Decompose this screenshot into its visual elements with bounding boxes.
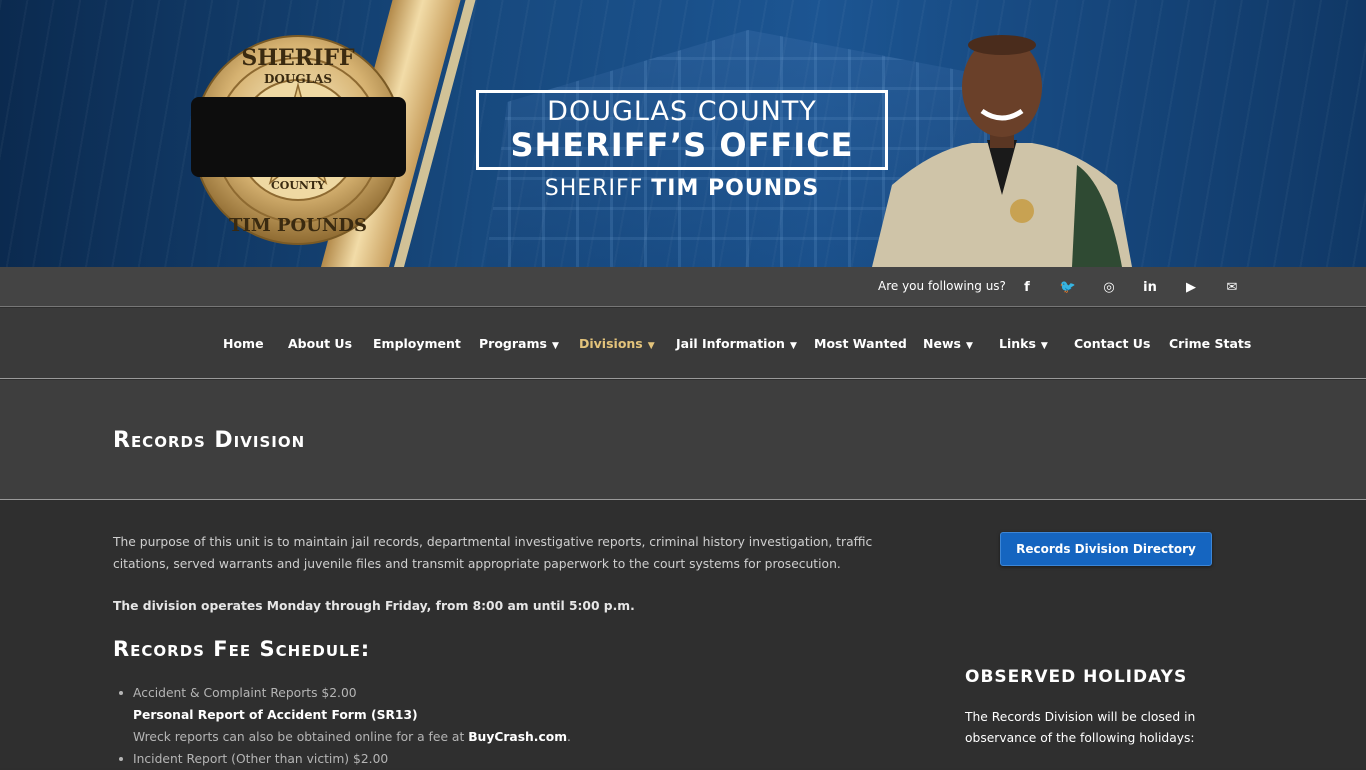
mourning-band bbox=[191, 97, 406, 177]
nav-crime-stats[interactable]: Crime Stats bbox=[1169, 336, 1251, 351]
nav-jail-information-label: Jail Information bbox=[676, 336, 785, 351]
site-title-line1: DOUGLAS COUNTY bbox=[547, 96, 817, 127]
hours-paragraph: The division operates Monday through Fri… bbox=[113, 599, 635, 613]
records-directory-button[interactable]: Records Division Directory bbox=[1000, 532, 1212, 566]
sheriff-badge-logo[interactable]: SHERIFF DOUGLAS COUNTY TIM POUNDS bbox=[191, 33, 406, 248]
nav-contact-us[interactable]: Contact Us bbox=[1074, 336, 1150, 351]
follow-text: Are you following us? bbox=[878, 279, 1006, 293]
nav-home[interactable]: Home bbox=[223, 336, 264, 351]
nav-divisions-label: Divisions bbox=[579, 336, 643, 351]
holidays-heading: OBSERVED HOLIDAYS bbox=[965, 667, 1188, 687]
sheriff-name: SHERIFF TIM POUNDS bbox=[476, 176, 888, 201]
instagram-icon[interactable]: ◎ bbox=[1100, 278, 1118, 296]
nav-contact-us-label: Contact Us bbox=[1074, 336, 1151, 351]
nav-news[interactable]: News ▼ bbox=[923, 336, 973, 351]
nav-most-wanted-label: Most Wanted bbox=[814, 336, 907, 351]
nav-about-us-label: About Us bbox=[288, 336, 353, 351]
youtube-icon[interactable]: ▶ bbox=[1182, 278, 1200, 296]
wreck-report-note: Wreck reports can also be obtained onlin… bbox=[133, 730, 469, 744]
sheriff-prefix: SHERIFF bbox=[544, 176, 644, 201]
nav-programs[interactable]: Programs ▼ bbox=[479, 336, 559, 351]
linkedin-icon[interactable]: in bbox=[1141, 278, 1159, 296]
fee-list: Accident & Complaint Reports $2.00 Perso… bbox=[119, 682, 913, 770]
fee-incident-report: Incident Report (Other than victim) $2.0… bbox=[133, 752, 389, 766]
page-title: Records Division bbox=[113, 428, 306, 453]
nav-employment[interactable]: Employment bbox=[373, 336, 461, 351]
buycrash-link[interactable]: BuyCrash.com bbox=[468, 730, 567, 744]
twitter-icon[interactable]: 🐦 bbox=[1059, 278, 1077, 296]
nav-jail-information[interactable]: Jail Information ▼ bbox=[676, 336, 797, 351]
nav-links-label: Links bbox=[999, 336, 1036, 351]
nav-employment-label: Employment bbox=[373, 336, 461, 351]
list-item: Wreck reports can also be obtained onlin… bbox=[133, 726, 913, 748]
facebook-icon[interactable]: f bbox=[1018, 278, 1036, 296]
social-bar: Are you following us? f 🐦 ◎ in ▶ ✉ bbox=[0, 267, 1366, 307]
list-item: Accident & Complaint Reports $2.00 bbox=[119, 682, 913, 704]
nav-most-wanted[interactable]: Most Wanted bbox=[814, 336, 907, 351]
fee-schedule-heading: Records Fee Schedule: bbox=[113, 637, 371, 661]
badge-county-top: DOUGLAS bbox=[264, 72, 332, 86]
holidays-text: The Records Division will be closed in o… bbox=[965, 710, 1196, 745]
nav-about-us[interactable]: About Us bbox=[288, 336, 352, 351]
nav-links[interactable]: Links ▼ bbox=[999, 336, 1048, 351]
nav-programs-label: Programs bbox=[479, 336, 547, 351]
sheriff-full-name: TIM POUNDS bbox=[651, 176, 820, 201]
accident-form-link[interactable]: Personal Report of Accident Form (SR13) bbox=[133, 708, 418, 722]
chevron-down-icon: ▼ bbox=[789, 341, 797, 351]
note-period: . bbox=[567, 730, 571, 744]
badge-top-text: SHERIFF bbox=[241, 45, 355, 71]
site-title-box[interactable]: DOUGLAS COUNTY SHERIFF’S OFFICE bbox=[476, 90, 888, 170]
sheriff-portrait bbox=[872, 35, 1132, 267]
nav-home-label: Home bbox=[223, 336, 264, 351]
list-item: Incident Report (Other than victim) $2.0… bbox=[119, 748, 913, 770]
email-icon[interactable]: ✉ bbox=[1223, 278, 1241, 296]
nav-crime-stats-label: Crime Stats bbox=[1169, 336, 1252, 351]
nav-news-label: News bbox=[923, 336, 961, 351]
chevron-down-icon: ▼ bbox=[647, 341, 655, 351]
main-content: The purpose of this unit is to maintain … bbox=[0, 501, 1366, 768]
site-title-line2: SHERIFF’S OFFICE bbox=[510, 126, 854, 164]
badge-bottom-text: TIM POUNDS bbox=[229, 215, 367, 236]
chevron-down-icon: ▼ bbox=[1040, 341, 1048, 351]
list-item: Personal Report of Accident Form (SR13) bbox=[133, 704, 913, 726]
page-title-band: Records Division bbox=[0, 380, 1366, 500]
site-header: SHERIFF DOUGLAS COUNTY TIM POUNDS DOUGLA… bbox=[0, 0, 1366, 267]
nav-divisions[interactable]: Divisions ▼ bbox=[579, 336, 655, 351]
chevron-down-icon: ▼ bbox=[551, 341, 559, 351]
badge-county-bottom: COUNTY bbox=[271, 179, 325, 192]
main-navigation: Home About Us Employment Programs ▼ Divis… bbox=[0, 308, 1366, 379]
chevron-down-icon: ▼ bbox=[965, 341, 973, 351]
fee-accident-complaint: Accident & Complaint Reports $2.00 bbox=[133, 686, 357, 700]
intro-paragraph: The purpose of this unit is to maintain … bbox=[113, 535, 873, 571]
